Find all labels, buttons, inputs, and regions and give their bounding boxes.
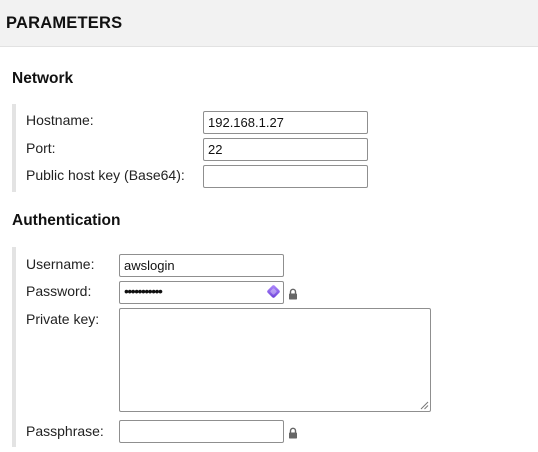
resize-handle-icon[interactable] bbox=[420, 401, 429, 410]
lock-icon bbox=[289, 288, 297, 300]
host-key-label: Public host key (Base64): bbox=[26, 167, 185, 183]
hostname-input[interactable]: 192.168.1.27 bbox=[203, 111, 368, 134]
authentication-section-title: Authentication bbox=[12, 212, 121, 229]
parameters-header: PARAMETERS bbox=[0, 0, 538, 47]
lock-icon bbox=[289, 427, 297, 439]
passphrase-input[interactable] bbox=[119, 420, 284, 443]
network-section-title: Network bbox=[12, 70, 74, 87]
port-input[interactable]: 22 bbox=[203, 138, 368, 161]
username-label: Username: bbox=[26, 256, 95, 272]
hostname-label: Hostname: bbox=[26, 112, 94, 128]
private-key-textarea[interactable] bbox=[119, 308, 431, 412]
port-label: Port: bbox=[26, 140, 56, 156]
passphrase-label: Passphrase: bbox=[26, 423, 104, 439]
password-input[interactable]: ••••••••••• bbox=[119, 281, 284, 304]
password-label: Password: bbox=[26, 283, 92, 299]
host-key-input[interactable] bbox=[203, 165, 368, 188]
username-input[interactable]: awslogin bbox=[119, 254, 284, 277]
private-key-label: Private key: bbox=[26, 311, 100, 327]
page-title: PARAMETERS bbox=[6, 14, 123, 32]
password-manager-icon[interactable] bbox=[266, 284, 281, 299]
authentication-section-bar bbox=[12, 247, 16, 447]
network-section-bar bbox=[12, 104, 16, 192]
